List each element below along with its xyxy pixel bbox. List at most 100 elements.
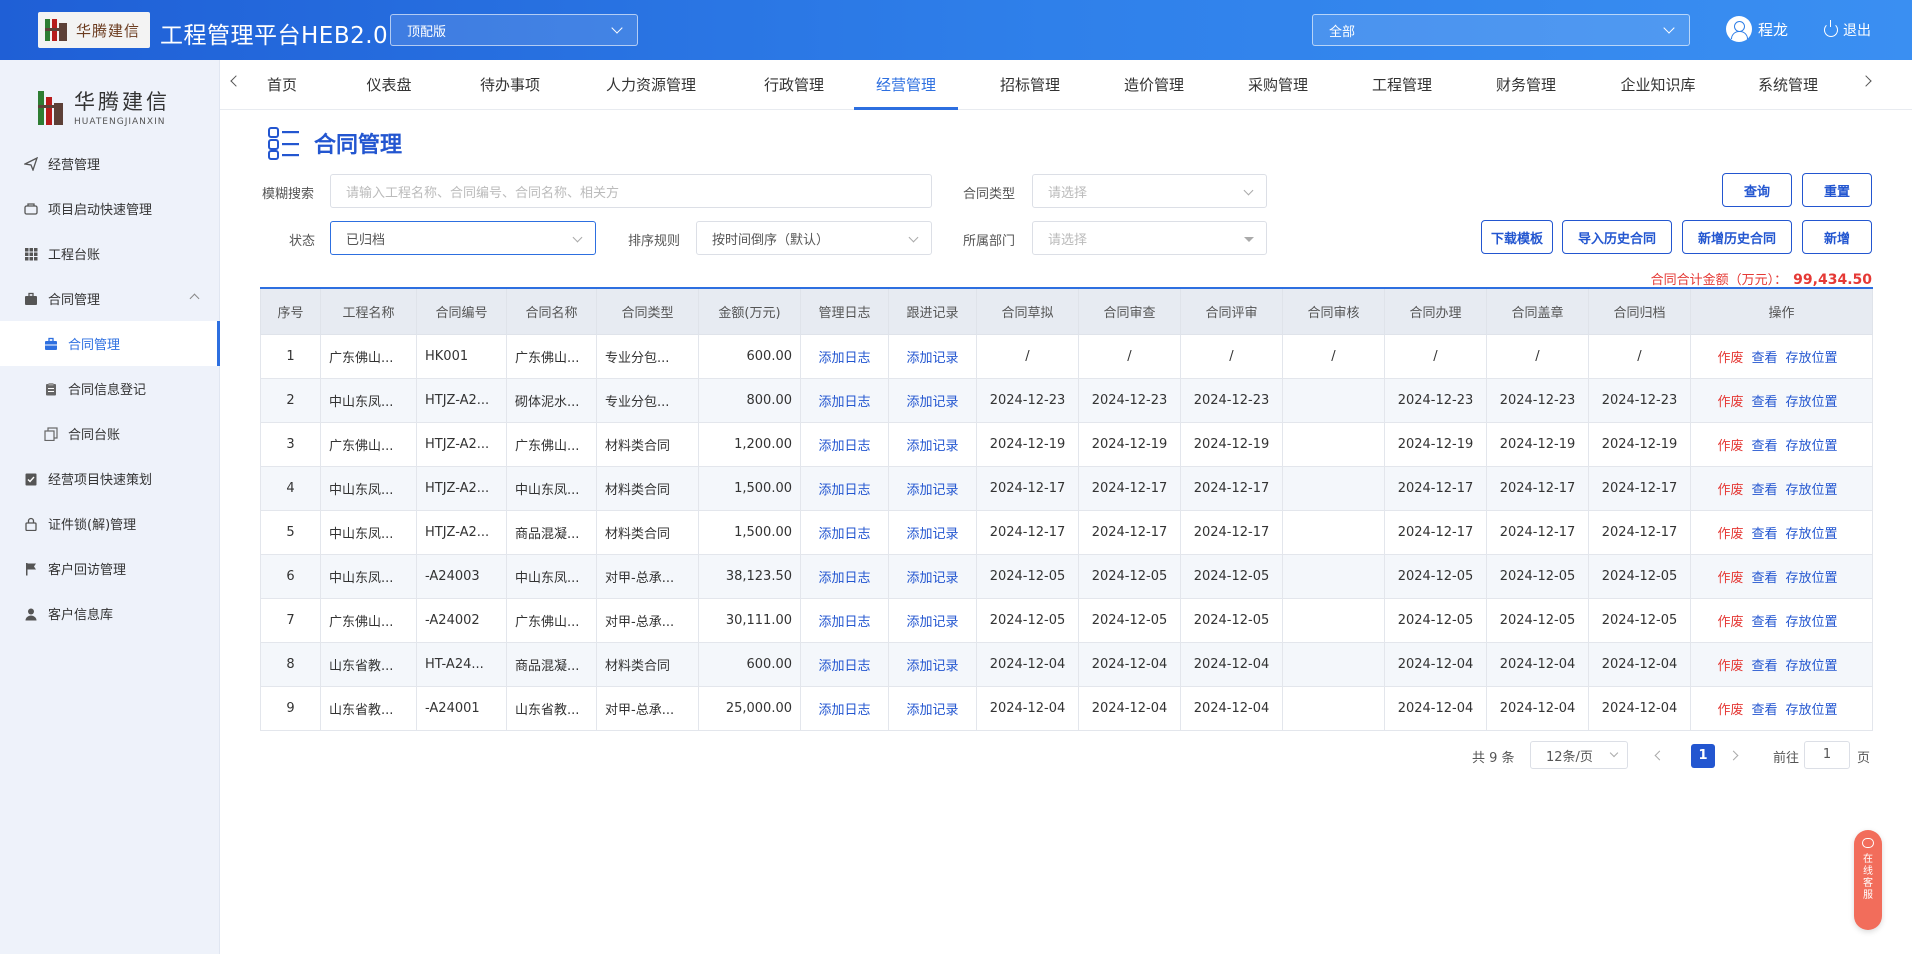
add-log-link[interactable]: 添加日志 <box>818 571 870 586</box>
tab-finance[interactable]: 财务管理 <box>1474 60 1578 110</box>
tab-cost[interactable]: 造价管理 <box>1102 60 1206 110</box>
contract-no-cell: HTJZ-A2... <box>416 377 507 423</box>
void-link[interactable]: 作废 <box>1717 703 1743 718</box>
sidebar-item-project-ledger[interactable]: 工程台账 <box>0 231 220 276</box>
view-link[interactable]: 查看 <box>1751 571 1777 586</box>
tab-engineering[interactable]: 工程管理 <box>1350 60 1454 110</box>
view-link[interactable]: 查看 <box>1751 395 1777 410</box>
add-record-link[interactable]: 添加记录 <box>906 571 958 586</box>
sidebar-item-customer-visit[interactable]: 客户回访管理 <box>0 546 220 591</box>
storage-location-link[interactable]: 存放位置 <box>1786 527 1838 542</box>
add-log-link[interactable]: 添加日志 <box>818 483 870 498</box>
seal-date-cell: 2024-12-05 <box>1486 553 1589 599</box>
prev-page-icon[interactable] <box>1654 750 1665 761</box>
download-template-button[interactable]: 下载模板 <box>1481 220 1553 254</box>
scope-select[interactable]: 全部 <box>1312 14 1690 46</box>
add-log-link[interactable]: 添加日志 <box>818 703 870 718</box>
record-cell: 添加记录 <box>888 553 977 599</box>
add-log-link[interactable]: 添加日志 <box>818 659 870 674</box>
void-link[interactable]: 作废 <box>1717 483 1743 498</box>
department-select[interactable]: 请选择 <box>1032 221 1267 255</box>
draft-date-cell: 2024-12-04 <box>976 685 1079 731</box>
goto-page-input[interactable]: 1 <box>1804 741 1850 769</box>
add-log-link[interactable]: 添加日志 <box>818 615 870 630</box>
add-log-link[interactable]: 添加日志 <box>818 527 870 542</box>
add-log-link[interactable]: 添加日志 <box>818 439 870 454</box>
storage-location-link[interactable]: 存放位置 <box>1786 615 1838 630</box>
page-number-current[interactable]: 1 <box>1691 744 1715 768</box>
tab-home[interactable]: 首页 <box>250 60 314 110</box>
view-link[interactable]: 查看 <box>1751 703 1777 718</box>
add-record-link[interactable]: 添加记录 <box>906 395 958 410</box>
sidebar-item-label: 经营项目快速策划 <box>48 473 153 488</box>
storage-location-link[interactable]: 存放位置 <box>1786 351 1838 366</box>
tab-admin[interactable]: 行政管理 <box>742 60 846 110</box>
draft-date-cell: / <box>976 333 1079 379</box>
tab-bidding[interactable]: 招标管理 <box>978 60 1082 110</box>
tab-dashboard[interactable]: 仪表盘 <box>348 60 430 110</box>
tab-purchase[interactable]: 采购管理 <box>1226 60 1330 110</box>
tabs-scroll-right-icon[interactable] <box>1860 75 1872 87</box>
void-link[interactable]: 作废 <box>1717 351 1743 366</box>
fuzzy-search-input[interactable]: 请输入工程名称、合同编号、合同名称、相关方 <box>330 174 932 208</box>
tab-knowledge[interactable]: 企业知识库 <box>1596 60 1720 110</box>
sort-select[interactable]: 按时间倒序（默认） <box>696 221 932 255</box>
tab-hr[interactable]: 人力资源管理 <box>580 60 722 110</box>
view-link[interactable]: 查看 <box>1751 527 1777 542</box>
void-link[interactable]: 作废 <box>1717 659 1743 674</box>
add-record-link[interactable]: 添加记录 <box>906 615 958 630</box>
online-service-button[interactable]: 在线客服 <box>1854 830 1882 930</box>
storage-location-link[interactable]: 存放位置 <box>1786 395 1838 410</box>
view-link[interactable]: 查看 <box>1751 351 1777 366</box>
sidebar-item-contract-ledger[interactable]: 合同台账 <box>0 411 220 456</box>
logout-button[interactable]: 退出 <box>1824 20 1871 40</box>
sidebar-item-contract-mgmt[interactable]: 合同管理 <box>0 321 220 366</box>
add-record-link[interactable]: 添加记录 <box>906 439 958 454</box>
contract-type-select[interactable]: 请选择 <box>1032 174 1267 208</box>
archive-date-cell: 2024-12-05 <box>1588 597 1691 643</box>
void-link[interactable]: 作废 <box>1717 527 1743 542</box>
void-link[interactable]: 作废 <box>1717 439 1743 454</box>
grid-icon <box>24 247 38 261</box>
view-link[interactable]: 查看 <box>1751 659 1777 674</box>
import-history-button[interactable]: 导入历史合同 <box>1562 220 1672 254</box>
add-button[interactable]: 新增 <box>1802 220 1872 254</box>
reset-button[interactable]: 重置 <box>1802 173 1872 207</box>
void-link[interactable]: 作废 <box>1717 615 1743 630</box>
status-select[interactable]: 已归档 <box>330 221 596 255</box>
view-link[interactable]: 查看 <box>1751 483 1777 498</box>
storage-location-link[interactable]: 存放位置 <box>1786 439 1838 454</box>
add-record-link[interactable]: 添加记录 <box>906 483 958 498</box>
sidebar-item-contract-register[interactable]: 合同信息登记 <box>0 366 220 411</box>
add-record-link[interactable]: 添加记录 <box>906 527 958 542</box>
add-record-link[interactable]: 添加记录 <box>906 703 958 718</box>
page-size-select[interactable]: 12条/页 <box>1530 741 1628 769</box>
sidebar-item-certificate-lock[interactable]: 证件锁(解)管理 <box>0 501 220 546</box>
user-menu[interactable]: 程龙 <box>1726 16 1788 42</box>
edition-select[interactable]: 顶配版 <box>390 14 638 46</box>
view-link[interactable]: 查看 <box>1751 439 1777 454</box>
query-button[interactable]: 查询 <box>1722 173 1792 207</box>
storage-location-link[interactable]: 存放位置 <box>1786 571 1838 586</box>
storage-location-link[interactable]: 存放位置 <box>1786 659 1838 674</box>
sidebar-item-contract-group[interactable]: 合同管理 <box>0 276 220 321</box>
add-record-link[interactable]: 添加记录 <box>906 351 958 366</box>
add-record-link[interactable]: 添加记录 <box>906 659 958 674</box>
void-link[interactable]: 作废 <box>1717 395 1743 410</box>
sidebar-item-project-planning[interactable]: 经营项目快速策划 <box>0 456 220 501</box>
sidebar-item-customer-db[interactable]: 客户信息库 <box>0 591 220 636</box>
storage-location-link[interactable]: 存放位置 <box>1786 703 1838 718</box>
add-log-link[interactable]: 添加日志 <box>818 395 870 410</box>
tabs-scroll-left-icon[interactable] <box>230 75 242 87</box>
sidebar-item-business-mgmt[interactable]: 经营管理 <box>0 141 220 186</box>
tab-system[interactable]: 系统管理 <box>1736 60 1840 110</box>
storage-location-link[interactable]: 存放位置 <box>1786 483 1838 498</box>
next-page-icon[interactable] <box>1728 750 1739 761</box>
add-history-button[interactable]: 新增历史合同 <box>1682 220 1792 254</box>
tab-business[interactable]: 经营管理 <box>854 60 958 110</box>
tab-todo[interactable]: 待办事项 <box>461 60 559 110</box>
add-log-link[interactable]: 添加日志 <box>818 351 870 366</box>
view-link[interactable]: 查看 <box>1751 615 1777 630</box>
void-link[interactable]: 作废 <box>1717 571 1743 586</box>
sidebar-item-project-start[interactable]: 项目启动快速管理 <box>0 186 220 231</box>
